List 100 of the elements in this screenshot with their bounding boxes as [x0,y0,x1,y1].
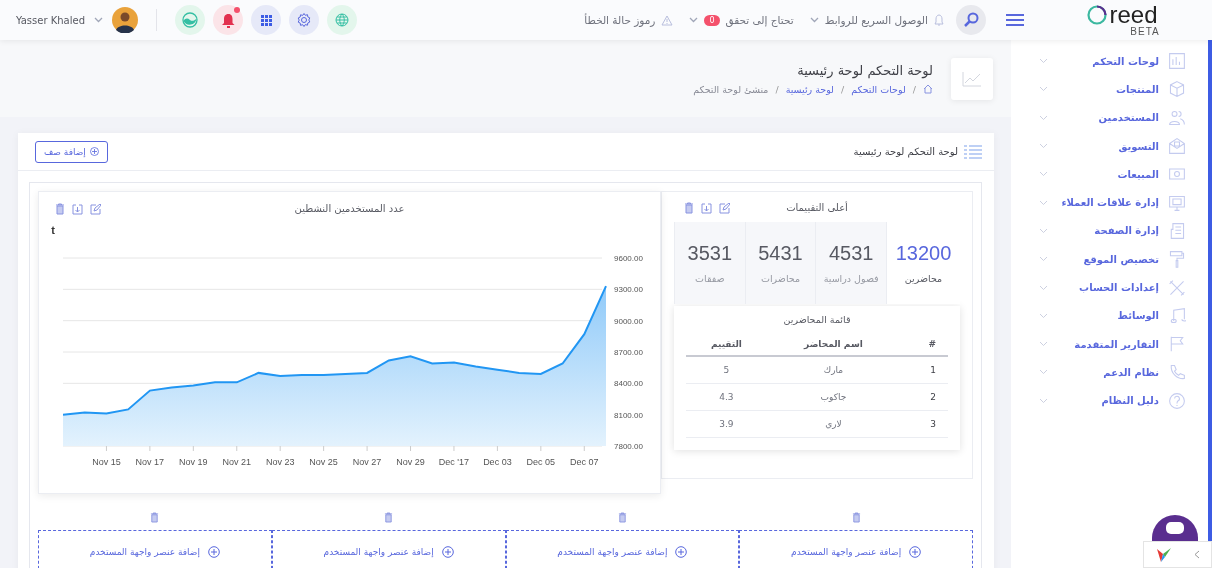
globe-icon [335,13,350,27]
avatar[interactable] [112,7,139,33]
chevron-left-icon [1194,550,1201,559]
breadcrumb-current: منشئ لوحة التحكم [693,83,769,95]
chevron-down-icon [1039,284,1048,291]
trash-icon[interactable] [55,203,65,215]
sidebar-item[interactable]: الوسائط [1048,310,1159,322]
pinwheel-icon [1154,545,1173,564]
sidebar-item[interactable]: إدارة علاقات العملاء [1048,197,1159,209]
trash-icon[interactable] [617,512,627,523]
card-title: لوحة التحكم لوحة رئيسية [852,146,958,157]
phone-icon [1168,363,1186,382]
sidebar-item[interactable]: إعدادات الحساب [1048,282,1159,293]
logo-ring-icon[interactable] [1086,3,1109,26]
top-link[interactable]: تحتاج إلى تحقق [725,14,794,26]
sidebar-item[interactable]: التقارير المتقدمة [1048,338,1159,350]
breadcrumb-separator: / [912,83,916,95]
plus-circle-icon [207,546,220,558]
widget-title: عدد المستخدمين النشطين [294,203,405,214]
sidebar-item[interactable]: المبيعات [1048,168,1159,180]
trash-icon[interactable] [851,512,861,523]
add-widget-slot[interactable]: إضافة عنصر واجهة المستخدم [271,530,506,568]
user-name[interactable]: Yasser Khaled [16,14,86,26]
table-cell: 3 [900,410,948,437]
trash-icon[interactable] [684,202,694,214]
axis-label: Dec 07 [570,457,599,467]
hills-icon [182,12,199,28]
download-icon[interactable] [701,202,712,214]
paint-roller-icon [1168,250,1186,269]
logo-text[interactable]: reed [1109,4,1158,25]
add-row-button[interactable]: إضافة صف [35,140,108,163]
top-link[interactable]: رموز حالة الخطأ [584,14,656,26]
axis-label: Dec '17 [438,457,470,467]
search-icon [963,12,979,28]
tools-icon [1168,278,1186,297]
notifications-button[interactable] [213,5,244,35]
flag-icon [1168,335,1186,354]
breadcrumb-link[interactable]: لوحة رئيسية [785,83,834,95]
axis-label: 9000.00 [614,316,643,326]
bell-icon [934,14,944,26]
sidebar-item[interactable]: تخصيص الموقع [1048,253,1159,265]
cube-icon [1168,80,1186,99]
axis-label: Nov 15 [92,457,121,467]
axis-label: 9600.00 [614,254,643,263]
language-button[interactable] [327,5,358,35]
trash-icon[interactable] [384,512,394,523]
bell-icon [221,12,235,28]
column-header: # [900,335,948,356]
add-widget-slot[interactable]: إضافة عنصر واجهة المستخدم [739,530,973,568]
column-header: اسم المحاضر [766,335,900,356]
trash-icon[interactable] [150,512,160,523]
settings-icon [296,12,313,28]
envelope-icon [1168,137,1186,156]
list-icon [964,144,982,159]
add-widget-slot[interactable]: إضافة عنصر واجهة المستخدم [38,530,272,568]
axis-label: 8400.00 [614,379,643,389]
sidebar-item[interactable]: إدارة الصفحة [1048,225,1159,237]
chevron-down-icon [94,17,104,23]
axis-label: Nov 23 [265,457,295,467]
chevron-down-icon [1039,312,1048,319]
status-button[interactable] [175,5,206,35]
table-cell: مارك [766,356,900,383]
download-icon[interactable] [72,203,83,215]
sidebar-item[interactable]: دليل النظام [1048,395,1159,407]
axis-label: Dec 03 [483,457,512,467]
chevron-down-icon [1039,199,1048,206]
chevron-down-icon [1039,227,1048,234]
axis-label: 7800.00 [614,442,643,451]
chevron-down-icon [1039,341,1048,348]
sidebar-item[interactable]: نظام الدعم [1048,366,1159,378]
search-button[interactable] [956,5,986,35]
chat-bubble-icon [1165,521,1185,535]
menu-icon[interactable] [1006,14,1024,26]
home-icon[interactable] [923,84,933,94]
axis-label: Nov 27 [352,457,382,467]
edit-icon[interactable] [90,203,101,215]
chevron-down-icon [1039,58,1048,65]
breadcrumb-separator: / [775,83,779,95]
document-icon [1168,221,1186,240]
axis-label: 9300.00 [614,285,643,295]
help-icon [1168,391,1186,410]
plus-circle-icon [909,546,922,558]
sidebar-item[interactable]: لوحات التحكم [1048,55,1159,67]
add-widget-slot[interactable]: إضافة عنصر واجهة المستخدم [505,530,740,568]
sidebar-item[interactable]: المستخدمين [1048,112,1159,124]
apps-button[interactable] [251,5,282,35]
axis-label: Dec 05 [526,457,556,467]
top-link[interactable]: الوصول السريع للروابط [824,14,928,26]
chevron-down-icon [1039,397,1048,404]
sidebar-item[interactable]: المنتجات [1048,83,1159,95]
chevron-down-icon [1039,369,1048,376]
table-cell: 3.9 [686,410,767,437]
chart-label: t [51,225,55,236]
breadcrumb-link[interactable]: لوحات التحكم [851,83,906,95]
sidebar-item[interactable]: التسويق [1048,140,1159,152]
breadcrumb-separator: / [840,83,845,95]
plus-circle-icon [441,546,454,558]
warning-icon [661,14,674,26]
edit-icon[interactable] [719,202,730,214]
settings-button[interactable] [289,5,320,35]
